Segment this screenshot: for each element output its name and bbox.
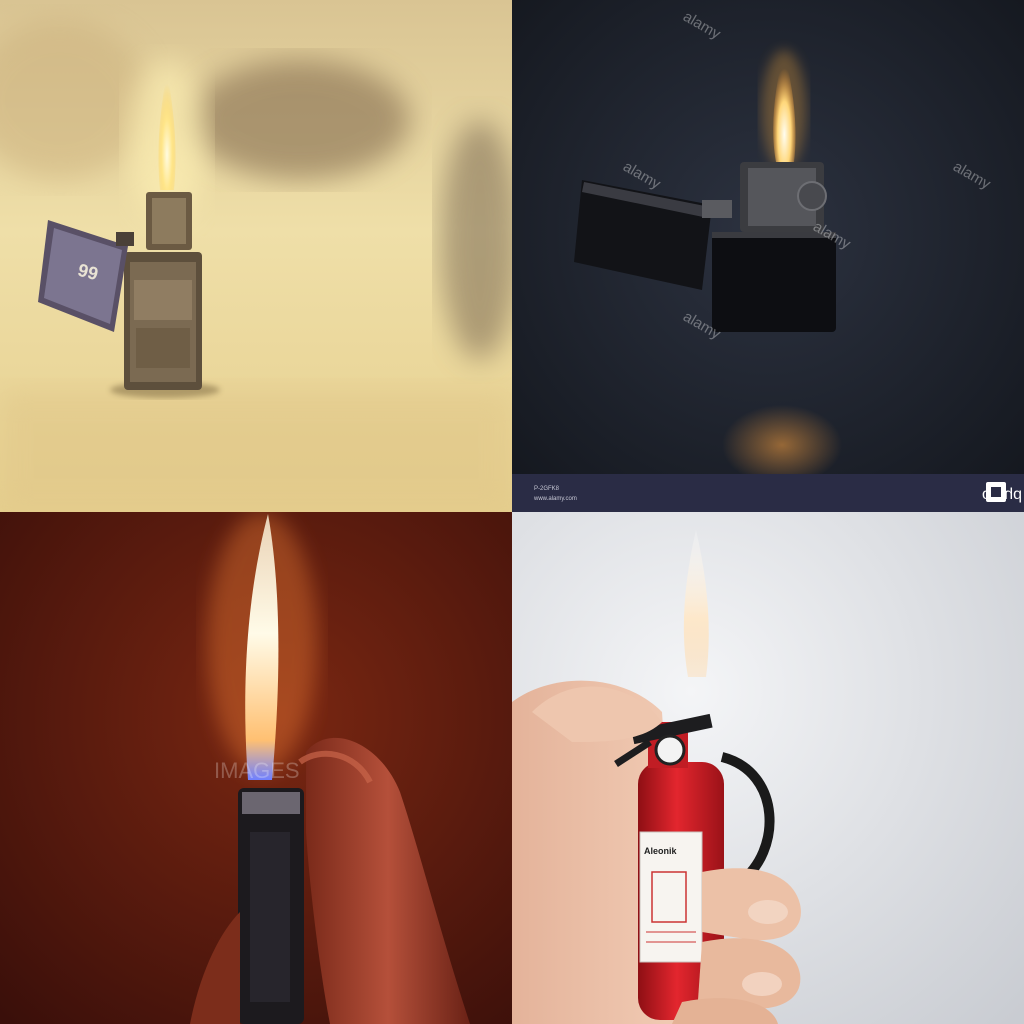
footer-image-id: P-2GFK8	[534, 486, 560, 492]
photo-black-zippo: alamy alamy alamy alamy alamy P-2GFK8 ww…	[512, 0, 1024, 512]
pressure-gauge-icon	[654, 734, 686, 766]
black-zippo-scene: alamy alamy alamy alamy alamy P-2GFK8 ww…	[512, 0, 1024, 512]
extinguisher-lighter-scene: Aleonik	[512, 512, 1024, 1024]
image-collage: 99 alamy alamy alamy alamy alamy P-2GFK8…	[0, 0, 1024, 1024]
photo-extinguisher-lighter: Aleonik	[512, 512, 1024, 1024]
zippo-table-scene: 99	[0, 0, 512, 512]
footer-site: www.alamy.com	[533, 496, 577, 502]
watermark-text: IMAGES	[214, 758, 300, 783]
photo-hand-lighter: IMAGES	[0, 512, 512, 1024]
hand-lighter-scene: IMAGES	[0, 512, 512, 1024]
alamy-footer-bar	[512, 474, 1024, 512]
photo-zippo-on-table: 99	[0, 0, 512, 512]
lighter-body	[712, 232, 836, 332]
label-text: Aleonik	[644, 846, 678, 856]
